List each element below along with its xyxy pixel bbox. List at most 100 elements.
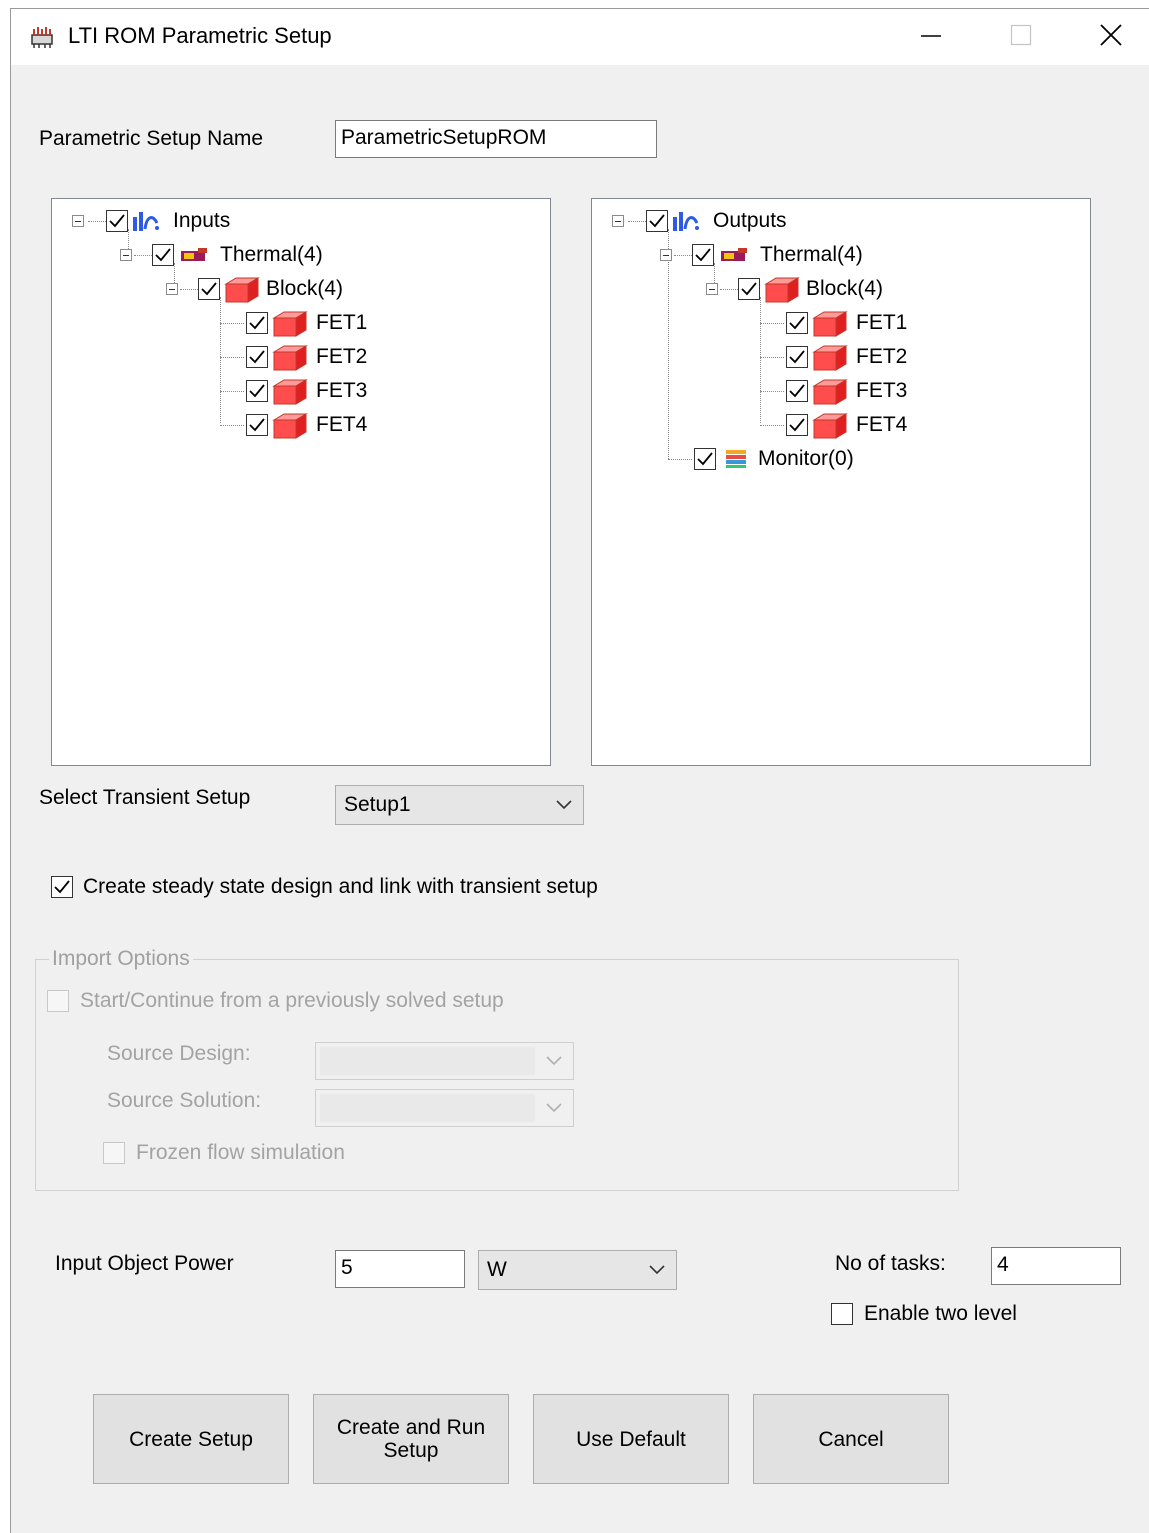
- block-icon: [812, 345, 848, 371]
- fet4-label: FET4: [316, 413, 368, 436]
- tree-node-fet4[interactable]: FET4: [786, 408, 907, 442]
- fet1-label: FET1: [316, 311, 368, 334]
- block-icon: [272, 345, 308, 371]
- chevron-down-icon: [556, 800, 572, 810]
- transient-setup-select[interactable]: Setup1: [335, 785, 584, 825]
- create-and-run-button[interactable]: Create and Run Setup: [313, 1394, 509, 1484]
- window-title: LTI ROM Parametric Setup: [68, 23, 332, 48]
- collapse-icon[interactable]: [706, 283, 718, 295]
- rom-setup-icon: [29, 23, 55, 49]
- inputs-checkbox[interactable]: [106, 210, 128, 232]
- outputs-checkbox[interactable]: [646, 210, 668, 232]
- tree-node-fet4[interactable]: FET4: [246, 408, 367, 442]
- collapse-icon[interactable]: [166, 283, 178, 295]
- fet2-label: FET2: [856, 345, 908, 368]
- thermal-checkbox[interactable]: [692, 244, 714, 266]
- monitor-label: Monitor(0): [758, 447, 854, 470]
- title-bar: LTI ROM Parametric Setup: [11, 9, 1149, 65]
- tree-node-inputs[interactable]: Inputs: [72, 204, 230, 238]
- two-level-checkbox[interactable]: [831, 1303, 853, 1325]
- cancel-label: Cancel: [818, 1427, 884, 1451]
- inputs-label: Inputs: [173, 209, 231, 232]
- outputs-label: Outputs: [713, 209, 787, 232]
- collapse-icon[interactable]: [612, 215, 624, 227]
- input-power-label: Input Object Power: [55, 1252, 234, 1275]
- tree-node-fet3[interactable]: FET3: [786, 374, 907, 408]
- power-unit-value: W: [487, 1258, 507, 1281]
- inputs-tree[interactable]: Inputs Thermal(4) Block(4) FET1 FET2 FET…: [51, 198, 551, 766]
- fet1-checkbox[interactable]: [786, 312, 808, 334]
- steady-state-checkbox[interactable]: [51, 876, 73, 898]
- tree-node-fet2[interactable]: FET2: [786, 340, 907, 374]
- use-default-button[interactable]: Use Default: [533, 1394, 729, 1484]
- fet3-checkbox[interactable]: [786, 380, 808, 402]
- outputs-tree[interactable]: Outputs Thermal(4) Block(4) FET1 FET2 FE…: [591, 198, 1091, 766]
- chevron-down-icon: [546, 1103, 562, 1113]
- block-icon: [272, 311, 308, 337]
- tree-node-fet1[interactable]: FET1: [786, 306, 907, 340]
- thermal-checkbox[interactable]: [152, 244, 174, 266]
- tree-node-block[interactable]: Block(4): [706, 272, 883, 306]
- block-icon: [764, 277, 800, 303]
- create-run-label-line1: Create and Run: [336, 1416, 486, 1439]
- block-icon: [272, 379, 308, 405]
- tree-node-fet3[interactable]: FET3: [246, 374, 367, 408]
- source-solution-select: [315, 1089, 574, 1127]
- two-level-label: Enable two level: [864, 1302, 1017, 1325]
- block-icon: [812, 311, 848, 337]
- tree-node-monitor[interactable]: Monitor(0): [694, 442, 854, 476]
- source-design-label: Source Design:: [107, 1042, 251, 1065]
- tasks-field[interactable]: 4: [991, 1247, 1121, 1285]
- transient-setup-label: Select Transient Setup: [39, 786, 251, 809]
- fet2-checkbox[interactable]: [786, 346, 808, 368]
- fet1-checkbox[interactable]: [246, 312, 268, 334]
- fet3-checkbox[interactable]: [246, 380, 268, 402]
- thermal-icon: [721, 248, 747, 261]
- create-setup-button[interactable]: Create Setup: [93, 1394, 289, 1484]
- chevron-down-icon: [546, 1056, 562, 1066]
- steady-state-option[interactable]: Create steady state design and link with…: [51, 874, 598, 900]
- tree-node-block[interactable]: Block(4): [166, 272, 343, 306]
- maximize-button: [981, 9, 1061, 61]
- tree-node-fet2[interactable]: FET2: [246, 340, 367, 374]
- chevron-down-icon: [649, 1265, 665, 1275]
- create-setup-label: Create Setup: [129, 1427, 253, 1451]
- block-icon: [272, 413, 308, 439]
- fet1-label: FET1: [856, 311, 908, 334]
- import-options-title: Import Options: [49, 947, 193, 971]
- two-level-option[interactable]: Enable two level: [831, 1301, 1017, 1327]
- collapse-icon[interactable]: [72, 215, 84, 227]
- monitor-checkbox[interactable]: [694, 448, 716, 470]
- block-checkbox[interactable]: [198, 278, 220, 300]
- close-button[interactable]: [1071, 9, 1149, 61]
- tree-node-fet1[interactable]: FET1: [246, 306, 367, 340]
- collapse-icon[interactable]: [660, 249, 672, 261]
- fet2-checkbox[interactable]: [246, 346, 268, 368]
- tree-node-outputs[interactable]: Outputs: [612, 204, 787, 238]
- transient-setup-value: Setup1: [344, 793, 411, 816]
- frozen-flow-label: Frozen flow simulation: [136, 1141, 345, 1164]
- block-checkbox[interactable]: [738, 278, 760, 300]
- setup-name-input[interactable]: ParametricSetupROM: [335, 120, 657, 158]
- maximize-icon: [1010, 24, 1032, 46]
- fet3-label: FET3: [316, 379, 368, 402]
- minimize-button[interactable]: [891, 9, 971, 61]
- source-design-select: [315, 1042, 574, 1080]
- cancel-button[interactable]: Cancel: [753, 1394, 949, 1484]
- source-solution-label: Source Solution:: [107, 1089, 262, 1112]
- fet4-checkbox[interactable]: [246, 414, 268, 436]
- tree-node-thermal[interactable]: Thermal(4): [660, 238, 863, 272]
- collapse-icon[interactable]: [120, 249, 132, 261]
- frozen-flow-option: Frozen flow simulation: [103, 1140, 345, 1166]
- tasks-label: No of tasks:: [835, 1252, 946, 1275]
- start-continue-checkbox: [47, 990, 69, 1012]
- block-label: Block(4): [266, 277, 344, 300]
- dialog-window: LTI ROM Parametric Setup Parametric Setu…: [10, 8, 1149, 1533]
- thermal-label: Thermal(4): [220, 243, 323, 266]
- tree-node-thermal[interactable]: Thermal(4): [120, 238, 323, 272]
- power-unit-select[interactable]: W: [478, 1250, 677, 1290]
- fet4-checkbox[interactable]: [786, 414, 808, 436]
- start-continue-label: Start/Continue from a previously solved …: [80, 989, 504, 1012]
- input-power-field[interactable]: 5: [335, 1250, 465, 1288]
- use-default-label: Use Default: [576, 1427, 686, 1451]
